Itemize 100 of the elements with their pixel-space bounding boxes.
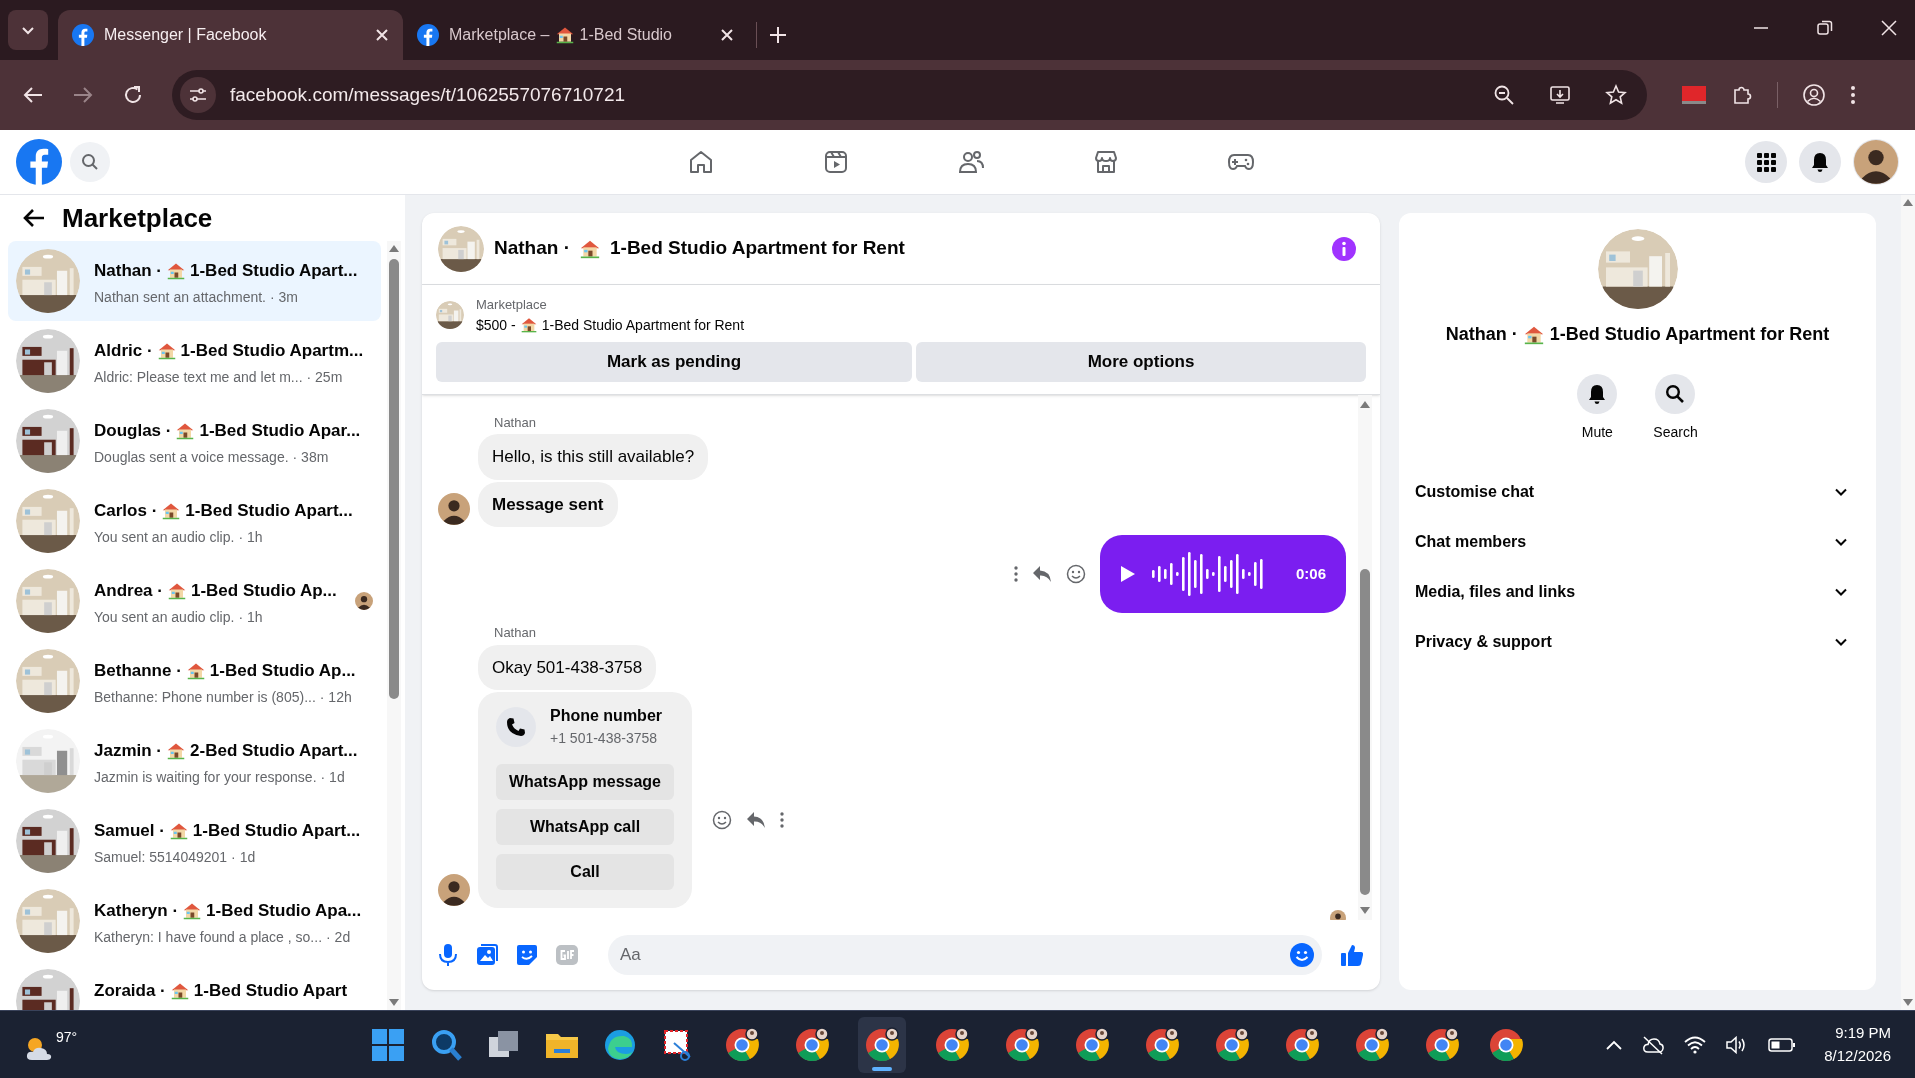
house-icon [183, 901, 202, 920]
listing-title: 1-Bed Studio Apartm... [180, 340, 364, 362]
scrollbar-thumb[interactable] [389, 259, 399, 699]
chrome-window-icon[interactable] [1144, 1027, 1180, 1063]
address-bar[interactable]: facebook.com/messages/t/1062557076710721 [172, 70, 1647, 120]
chrome-window-icon[interactable] [794, 1027, 830, 1063]
house-icon [170, 981, 189, 1000]
start-icon[interactable] [370, 1027, 406, 1063]
close-icon[interactable] [1881, 20, 1897, 36]
listing-title: 1-Bed Studio Apart... [190, 260, 358, 282]
card-button[interactable]: Call [496, 854, 674, 890]
smiley-icon[interactable] [712, 810, 732, 830]
smiley-icon[interactable] [1066, 564, 1086, 584]
puzzle-icon[interactable] [1731, 84, 1753, 106]
friends-icon[interactable] [956, 148, 985, 176]
action-button[interactable] [1577, 374, 1618, 414]
close-icon[interactable] [720, 28, 734, 42]
message-time: · 1d [231, 847, 256, 867]
site-info-button[interactable] [180, 77, 216, 113]
more-icon[interactable] [1014, 566, 1018, 582]
thumbs-up-icon[interactable] [1340, 943, 1364, 967]
screen-extension-icon[interactable] [1681, 84, 1707, 106]
house-icon [186, 661, 205, 680]
chrome-window-icon[interactable] [864, 1027, 900, 1063]
apps-button[interactable] [1745, 141, 1787, 183]
new-tab-icon[interactable] [769, 26, 787, 44]
house-icon [520, 317, 537, 333]
profile-icon[interactable] [1802, 83, 1826, 107]
chrome-icon[interactable] [1488, 1027, 1524, 1063]
zoom-out-icon[interactable] [1493, 84, 1515, 106]
section-row[interactable]: Customise chat [1407, 467, 1868, 517]
message-bubble: Message sent [478, 481, 618, 527]
cloud-off-icon[interactable] [1642, 1034, 1665, 1055]
chrome-window-icon[interactable] [1214, 1027, 1250, 1063]
chrome-window-icon[interactable] [1074, 1027, 1110, 1063]
scroll-up-icon[interactable] [388, 243, 400, 253]
close-icon[interactable] [375, 28, 389, 42]
message-input[interactable]: Aa [608, 935, 1322, 975]
chrome-window-icon[interactable] [1424, 1027, 1460, 1063]
message-preview: Samuel: 5514049201 [94, 847, 228, 867]
listing-title: 1-Bed Studio Apart... [185, 500, 353, 522]
browser-tab[interactable]: Messenger | Facebook [58, 10, 403, 60]
message-time: · 25m [306, 367, 343, 387]
facebook-logo-icon[interactable] [16, 139, 62, 185]
chrome-window-icon[interactable] [934, 1027, 970, 1063]
scrollbar-thumb[interactable] [1360, 568, 1370, 895]
search-button[interactable] [70, 142, 110, 182]
browser-tab[interactable]: Marketplace – 1-Bed Studio [403, 10, 748, 60]
wifi-icon[interactable] [1684, 1035, 1707, 1054]
card-button[interactable]: WhatsApp message [496, 764, 674, 800]
section-label: Chat members [1415, 532, 1528, 552]
install-icon[interactable] [1549, 84, 1571, 106]
house-icon [167, 261, 185, 280]
chrome-window-icon[interactable] [1004, 1027, 1040, 1063]
reply-icon[interactable] [1032, 565, 1052, 583]
chevron-up-icon[interactable] [1606, 1039, 1623, 1050]
page-scrollbar[interactable] [1901, 195, 1915, 1010]
message-time: · 1d [320, 767, 345, 787]
emoji-icon[interactable] [1290, 943, 1314, 967]
info-icon[interactable] [1332, 236, 1356, 261]
scroll-up-icon[interactable] [1902, 197, 1914, 207]
chrome-window-icon[interactable] [724, 1027, 760, 1063]
listing-title: 1-Bed Studio Apart... [192, 820, 361, 842]
scroll-down-icon[interactable] [1902, 998, 1914, 1008]
reply-icon[interactable] [746, 811, 766, 829]
clock-time: 9:19 PM [1835, 1023, 1891, 1043]
chrome-window-icon[interactable] [1354, 1027, 1390, 1063]
more-icon[interactable] [780, 812, 784, 828]
audio-message[interactable]: 0:06 [1100, 535, 1346, 613]
sticker-icon[interactable] [516, 944, 538, 966]
reload-icon[interactable] [122, 84, 144, 106]
action-button[interactable]: More options [916, 341, 1366, 382]
message-time: · 2d [326, 927, 351, 947]
contact-name: Samuel · [94, 820, 165, 842]
scrollbar[interactable] [1358, 394, 1372, 920]
profile-button[interactable] [1853, 139, 1899, 185]
play-icon[interactable] [1120, 565, 1136, 583]
contact-name: Bethanne · [94, 660, 182, 682]
conversation-item[interactable]: Nathan · 1-Bed Studio Apart... Nathan sent an attachment. · 3m [8, 241, 381, 321]
section-row[interactable]: Chat members [1407, 517, 1868, 567]
scroll-down-icon[interactable] [1359, 906, 1371, 916]
message-preview: You sent an audio clip. [94, 527, 235, 547]
clock[interactable]: 9:19 PM 8/12/2026 [1824, 1022, 1891, 1067]
tab-title: Messenger | Facebook [104, 25, 267, 45]
section-row[interactable]: Privacy & support [1407, 617, 1868, 667]
notifications-button[interactable] [1799, 141, 1841, 183]
restore-icon[interactable] [1817, 20, 1833, 36]
section-row[interactable]: Media, files and links [1407, 567, 1868, 617]
more-icon[interactable] [1850, 85, 1856, 105]
browser-icon[interactable] [602, 1027, 638, 1063]
chrome-window-icon[interactable] [1284, 1027, 1320, 1063]
card-button[interactable]: WhatsApp call [496, 809, 674, 845]
scroll-down-icon[interactable] [388, 998, 400, 1008]
action-button[interactable]: Mark as pending [436, 341, 912, 382]
microphone-icon[interactable] [438, 943, 458, 967]
image-icon[interactable] [476, 944, 498, 966]
scrollbar[interactable] [387, 241, 401, 1010]
star-icon[interactable] [1605, 84, 1627, 106]
action-button[interactable] [1655, 374, 1696, 414]
battery-icon[interactable] [1768, 1036, 1797, 1053]
